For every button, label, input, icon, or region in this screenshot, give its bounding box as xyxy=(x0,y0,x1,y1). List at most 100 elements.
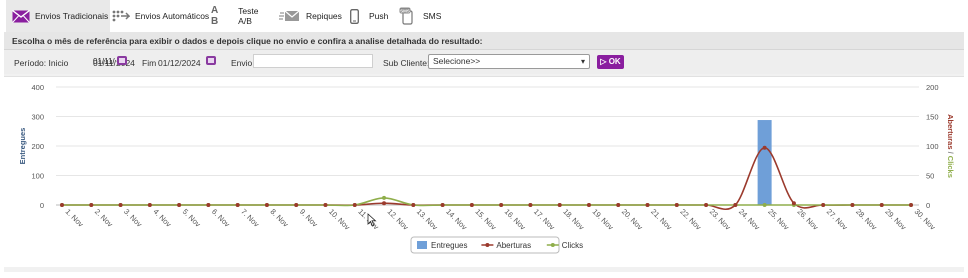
envelope-icon xyxy=(12,9,30,23)
x-tick-label: 17. Nov xyxy=(532,207,557,232)
filter-bar: Período: Inicio 01/11/2024 Fim 01/12/202… xyxy=(4,50,964,74)
envio-label: Envio xyxy=(231,58,253,68)
x-tick-label: 30. Nov xyxy=(913,207,938,232)
point-aberturas xyxy=(762,145,767,150)
x-tick-label: 18. Nov xyxy=(561,207,586,232)
x-tick-label: 6. Nov xyxy=(210,207,232,229)
point-aberturas xyxy=(235,203,240,207)
fim-label: Fim xyxy=(142,58,157,68)
x-tick-label: 22. Nov xyxy=(678,207,703,232)
svg-text:SMS: SMS xyxy=(400,8,410,13)
tab-teste-ab[interactable]: A B Teste A/B xyxy=(211,0,273,32)
tab-label: Envios Tradicionais xyxy=(35,11,109,21)
x-tick-label: 25. Nov xyxy=(766,207,791,232)
tab-push[interactable]: Push xyxy=(350,0,392,32)
y-tick-label: 400 xyxy=(31,83,44,92)
point-aberturas xyxy=(147,203,152,207)
point-clicks xyxy=(762,203,767,207)
y-tick-label: 100 xyxy=(31,172,44,181)
legend-swatch xyxy=(550,243,555,247)
ok-button[interactable]: ▷ OK xyxy=(597,55,624,69)
y2-title-part: Clicks xyxy=(946,156,955,178)
point-aberturas xyxy=(118,203,123,207)
point-aberturas xyxy=(89,203,94,207)
x-tick-label: 9. Nov xyxy=(298,207,320,229)
x-tick-label: 27. Nov xyxy=(825,207,850,232)
tab-envios-automaticos[interactable]: Envios Automáticos xyxy=(112,0,212,32)
legend-label: Clicks xyxy=(562,241,583,250)
y-tick-label: 0 xyxy=(40,201,44,210)
x-tick-label: 8. Nov xyxy=(269,207,291,229)
x-tick-label: 3. Nov xyxy=(122,207,144,229)
x-tick-label: 28. Nov xyxy=(854,207,879,232)
point-aberturas xyxy=(645,203,650,207)
chevron-down-icon: ▾ xyxy=(580,57,585,66)
envio-input[interactable] xyxy=(253,54,373,68)
x-tick-label: 5. Nov xyxy=(181,207,203,229)
tab-label: Envios Automáticos xyxy=(135,11,210,21)
point-aberturas xyxy=(586,203,591,207)
chart-container: 0 100 200 300 400 0 50 100 150 200 Entregues Abertu… xyxy=(4,76,964,267)
x-tick-label: 7. Nov xyxy=(239,207,261,229)
y2-axis-title: Aberturas / Clicks xyxy=(946,114,955,178)
phone-icon xyxy=(350,8,359,24)
subcliente-selected: Selecione>> xyxy=(433,56,481,66)
point-aberturas xyxy=(411,203,416,207)
point-aberturas xyxy=(879,203,884,207)
point-aberturas xyxy=(382,201,387,206)
subcliente-label: Sub Cliente: xyxy=(383,58,430,68)
instruction-text: Escolha o mês de referência para exibir … xyxy=(4,32,964,50)
x-tick-label: 1. Nov xyxy=(64,207,86,229)
tab-label: Teste A/B xyxy=(238,6,259,26)
point-aberturas xyxy=(674,203,679,207)
fim-date-value[interactable]: 01/12/2024 xyxy=(158,58,201,68)
chart: 0 100 200 300 400 0 50 100 150 200 Entregues Abertu… xyxy=(18,83,955,254)
ab-test-icon: A B xyxy=(211,5,221,27)
x-tick-label: 4. Nov xyxy=(151,207,173,229)
point-aberturas xyxy=(528,203,533,207)
y-tick-label: 200 xyxy=(31,142,44,151)
tab-label: Repiques xyxy=(306,11,342,21)
point-aberturas xyxy=(60,203,64,207)
resend-icon xyxy=(279,9,301,23)
tab-sms[interactable]: SMS SMS xyxy=(399,0,441,32)
y-tick-label: 300 xyxy=(31,113,44,122)
point-aberturas xyxy=(499,203,504,207)
x-tick-label: 23. Nov xyxy=(708,207,733,232)
point-aberturas xyxy=(850,203,855,207)
y2-tick-label: 50 xyxy=(926,172,934,181)
point-aberturas xyxy=(206,203,211,207)
ok-label: OK xyxy=(608,57,621,66)
x-tick-label: 24. Nov xyxy=(737,207,762,232)
line-aberturas xyxy=(61,146,911,210)
calendar-icon[interactable] xyxy=(117,56,127,65)
x-tick-label: 29. Nov xyxy=(883,207,908,232)
point-aberturas xyxy=(440,203,445,207)
x-tick-label: 12. Nov xyxy=(386,207,411,232)
y2-title-part: Aberturas xyxy=(946,114,955,149)
point-aberturas xyxy=(177,203,182,207)
calendar-icon[interactable] xyxy=(206,56,216,65)
legend-swatch xyxy=(485,243,490,247)
inicio-date-value: 01/11/2024 xyxy=(93,58,135,68)
point-aberturas xyxy=(264,203,269,207)
y2-tick-label: 0 xyxy=(926,201,930,210)
sms-icon: SMS xyxy=(399,7,415,25)
tab-bar: Envios Tradicionais Envios Automáticos A… xyxy=(0,0,968,34)
subcliente-select[interactable]: Selecione>> ▾ xyxy=(428,54,590,69)
play-icon: ▷ xyxy=(600,57,607,66)
tab-label: Push xyxy=(369,11,389,21)
bar-entregues xyxy=(757,120,772,205)
x-tick-label: 26. Nov xyxy=(795,207,820,232)
x-tick-label: 19. Nov xyxy=(591,207,616,232)
x-tick-label: 14. Nov xyxy=(444,207,469,232)
y-axis-title: Entregues xyxy=(18,128,27,165)
tab-label: SMS xyxy=(423,11,442,21)
tab-envios-tradicionais[interactable]: Envios Tradicionais xyxy=(6,0,110,34)
legend-label: Entregues xyxy=(431,241,467,250)
point-aberturas xyxy=(791,201,796,206)
tab-repiques[interactable]: Repiques xyxy=(279,0,342,32)
x-tick-label: 13. Nov xyxy=(415,207,440,232)
point-aberturas xyxy=(704,203,709,207)
x-tick-label: 15. Nov xyxy=(473,207,498,232)
